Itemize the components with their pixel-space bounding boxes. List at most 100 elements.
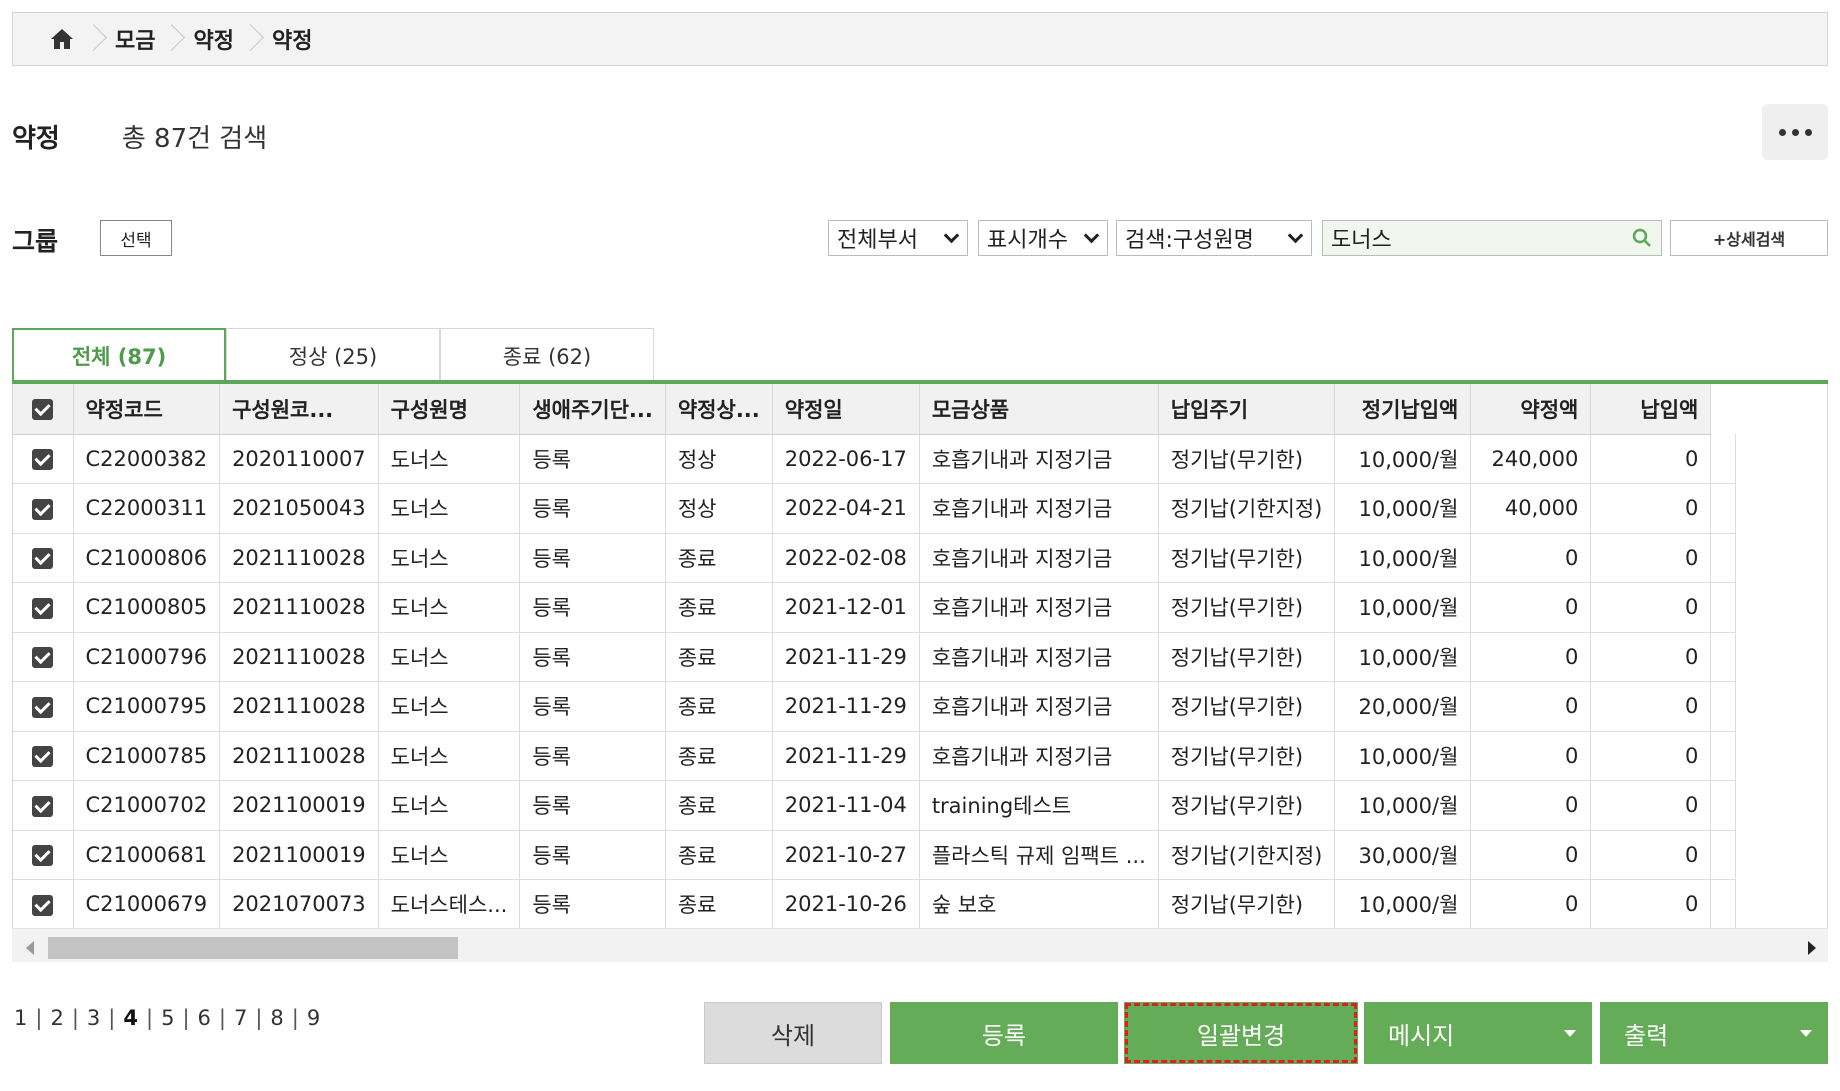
- select-all-checkbox[interactable]: [13, 384, 74, 435]
- column-header[interactable]: 약정상...: [665, 384, 773, 435]
- table-row[interactable]: C21000795 2021110028 도너스 등록 종료 2021-11-29 호흡기내…: [13, 681, 1737, 732]
- cell-member-code: 2021110028: [219, 681, 379, 732]
- page-link[interactable]: 3: [85, 1006, 102, 1030]
- search-type-select[interactable]: 검색:구성원명: [1116, 220, 1312, 256]
- scroll-left-icon[interactable]: [26, 941, 34, 955]
- column-header[interactable]: 정기납입액: [1334, 384, 1472, 435]
- page-link[interactable]: 9: [305, 1006, 322, 1030]
- table-row[interactable]: C21000681 2021100019 도너스 등록 종료 2021-10-27 플라스틱…: [13, 830, 1737, 880]
- bulk-change-button[interactable]: 일괄변경: [1124, 1002, 1358, 1064]
- message-button[interactable]: 메시지: [1364, 1002, 1592, 1064]
- cell-date: 2022-06-17: [772, 434, 920, 484]
- row-checkbox[interactable]: [13, 533, 74, 583]
- row-checkbox[interactable]: [13, 830, 74, 880]
- page-link[interactable]: 1: [12, 1006, 29, 1030]
- row-checkbox[interactable]: [13, 582, 74, 633]
- table-row[interactable]: C22000382 2020110007 도너스 등록 정상 2022-06-17 호흡기내…: [13, 434, 1737, 484]
- tab-ended[interactable]: 종료 (62): [440, 328, 654, 382]
- column-header[interactable]: 납입주기: [1158, 384, 1336, 435]
- pagination: 1 | 2 | 3 | 4 | 5 | 6 | 7 | 8 | 9: [12, 1006, 322, 1030]
- register-button[interactable]: 등록: [890, 1002, 1118, 1064]
- caret-down-icon[interactable]: [1564, 1030, 1576, 1037]
- column-header[interactable]: 구성원명: [378, 384, 521, 435]
- checkbox-checked-icon: [32, 597, 54, 619]
- page-link[interactable]: 6: [196, 1006, 213, 1030]
- more-horizontal-icon: [1778, 128, 1786, 136]
- cell-code: C21000806: [73, 533, 221, 583]
- search-icon[interactable]: [1631, 227, 1653, 249]
- group-label: 그룹: [12, 227, 59, 256]
- column-header[interactable]: 약정코드: [73, 384, 221, 435]
- cell-member-name: 도너스: [378, 434, 521, 484]
- caret-down-icon[interactable]: [1800, 1030, 1812, 1037]
- cell-filler: [1710, 632, 1737, 682]
- page-link[interactable]: 2: [48, 1006, 65, 1030]
- column-header[interactable]: 약정액: [1470, 384, 1592, 435]
- row-checkbox[interactable]: [13, 780, 74, 831]
- breadcrumb-item[interactable]: 약정: [272, 13, 350, 65]
- search-type-select-value: 검색:구성원명: [1125, 228, 1254, 253]
- chevron-down-icon: [943, 227, 960, 244]
- cell-product: 호흡기내과 지정기금: [919, 533, 1159, 583]
- breadcrumb-item[interactable]: 모금: [115, 13, 193, 65]
- cell-product: 호흡기내과 지정기금: [919, 582, 1159, 633]
- cell-member-name: 도너스: [378, 731, 521, 781]
- group-select-button[interactable]: 선택: [100, 220, 172, 256]
- message-button-label: 메시지: [1388, 1021, 1455, 1050]
- cell-paid-amount: 0: [1590, 632, 1712, 682]
- page-link-current[interactable]: 4: [121, 1006, 140, 1030]
- table-row[interactable]: C21000679 2021070073 도너스테스... 등록 종료 2021-10-2…: [13, 879, 1737, 930]
- column-header[interactable]: 약정일: [772, 384, 920, 435]
- cell-cycle: 정기납(무기한): [1158, 582, 1336, 633]
- table-row[interactable]: C21000702 2021100019 도너스 등록 종료 2021-11-04 trai…: [13, 780, 1737, 831]
- cell-code: C21000702: [73, 780, 221, 831]
- checkbox-checked-icon: [32, 795, 54, 817]
- table-row[interactable]: C22000311 2021050043 도너스 등록 정상 2022-04-21 호흡기내…: [13, 483, 1737, 534]
- scrollbar-thumb[interactable]: [48, 937, 458, 959]
- row-checkbox[interactable]: [13, 483, 74, 534]
- breadcrumb-item[interactable]: 약정: [193, 13, 271, 65]
- cell-cycle: 정기납(기한지정): [1158, 830, 1336, 880]
- search-input[interactable]: 도너스: [1322, 220, 1662, 256]
- breadcrumb-home[interactable]: [47, 13, 115, 65]
- row-checkbox[interactable]: [13, 731, 74, 781]
- tab-normal[interactable]: 정상 (25): [226, 328, 440, 382]
- cell-filler: [1710, 830, 1737, 880]
- column-header[interactable]: 납입액: [1590, 384, 1712, 435]
- pagination-separator: |: [108, 1006, 116, 1030]
- delete-button[interactable]: 삭제: [704, 1002, 882, 1064]
- home-icon[interactable]: [47, 24, 77, 54]
- row-checkbox[interactable]: [13, 632, 74, 682]
- cell-paid-amount: 0: [1590, 879, 1712, 930]
- cell-date: 2021-11-29: [772, 632, 920, 682]
- table-row[interactable]: C21000806 2021110028 도너스 등록 종료 2022-02-08 호흡기내…: [13, 533, 1737, 583]
- page-link[interactable]: 8: [268, 1006, 285, 1030]
- display-count-select[interactable]: 표시개수: [978, 220, 1108, 256]
- table-row[interactable]: C21000805 2021110028 도너스 등록 종료 2021-12-01 호흡기내…: [13, 582, 1737, 633]
- page-link[interactable]: 7: [232, 1006, 249, 1030]
- print-button[interactable]: 출력: [1600, 1002, 1828, 1064]
- row-checkbox[interactable]: [13, 681, 74, 732]
- scroll-right-icon[interactable]: [1808, 941, 1816, 955]
- more-options-button[interactable]: [1762, 104, 1828, 160]
- department-select[interactable]: 전체부서: [828, 220, 968, 256]
- page-link[interactable]: 5: [159, 1006, 176, 1030]
- row-checkbox[interactable]: [13, 434, 74, 484]
- cell-regular-amount: 10,000/월: [1334, 533, 1472, 583]
- table-row[interactable]: C21000785 2021110028 도너스 등록 종료 2021-11-29 호흡기내…: [13, 731, 1737, 781]
- cell-date: 2021-12-01: [772, 582, 920, 633]
- table-row[interactable]: C21000796 2021110028 도너스 등록 종료 2021-11-29 호흡기내…: [13, 632, 1737, 682]
- column-header[interactable]: 모금상품: [919, 384, 1159, 435]
- checkbox-checked-icon: [32, 845, 54, 867]
- column-header[interactable]: 생애주기단...: [519, 384, 666, 435]
- tab-all[interactable]: 전체 (87): [12, 328, 226, 382]
- horizontal-scrollbar[interactable]: [12, 928, 1828, 962]
- cell-status: 정상: [665, 483, 773, 534]
- pagination-separator: |: [35, 1006, 43, 1030]
- checkbox-checked-icon: [32, 399, 54, 421]
- advanced-search-button[interactable]: +상세검색: [1670, 220, 1828, 256]
- column-header[interactable]: 구성원코...: [219, 384, 379, 435]
- cell-regular-amount: 10,000/월: [1334, 731, 1472, 781]
- row-checkbox[interactable]: [13, 879, 74, 930]
- pagination-separator: |: [291, 1006, 299, 1030]
